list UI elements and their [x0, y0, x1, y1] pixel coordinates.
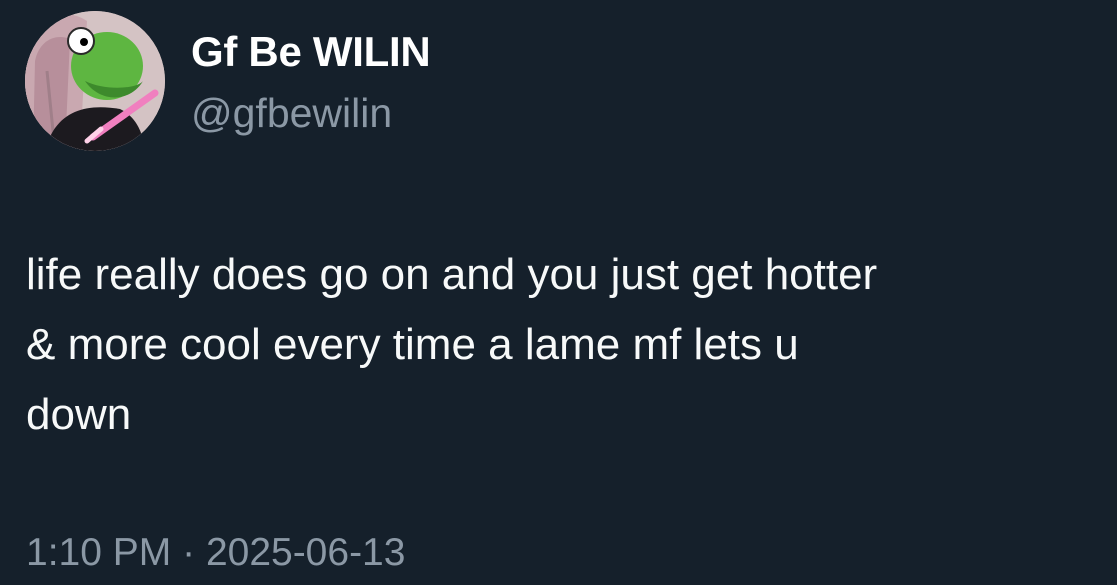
kermit-avatar-icon [25, 11, 165, 151]
tweet-time: 1:10 PM [26, 531, 172, 574]
tweet-timestamp[interactable]: 1:10 PM · 2025-06-13 [26, 528, 405, 578]
tweet-text: life really does go on and you just get … [26, 250, 878, 439]
avatar[interactable] [25, 11, 165, 151]
tweet-card: Gf Be WILIN @gfbewilin life really does … [0, 0, 1117, 585]
tweet-date: 2025-06-13 [205, 531, 406, 574]
meta-separator: · [182, 531, 196, 574]
author-display-name[interactable]: Gf Be WILIN [191, 27, 431, 77]
author-handle[interactable]: @gfbewilin [191, 88, 392, 138]
